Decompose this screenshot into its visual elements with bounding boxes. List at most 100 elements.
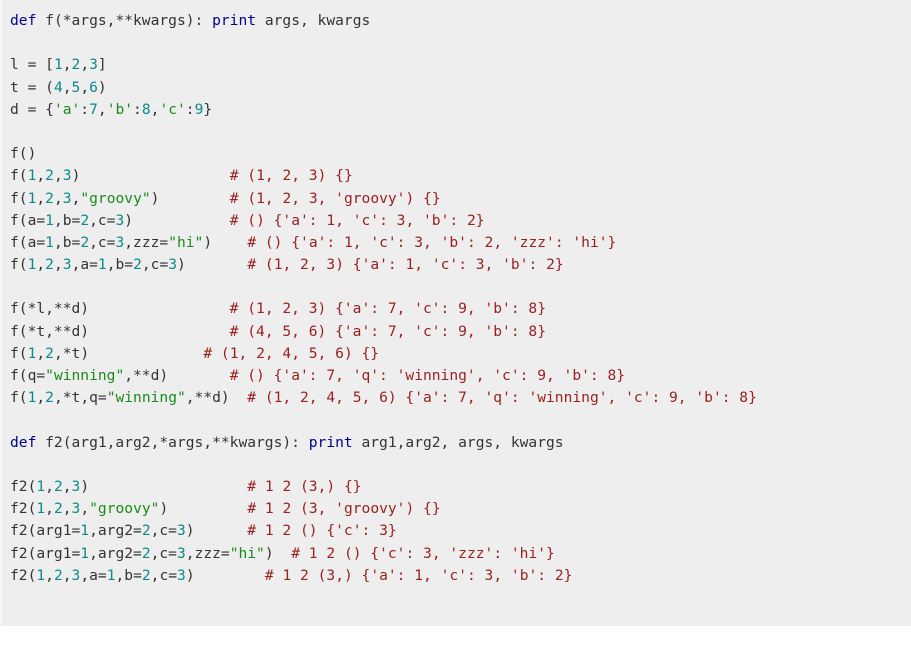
code-identifier: , bbox=[36, 167, 46, 185]
code-keyword: print bbox=[308, 433, 353, 451]
code-line: f(*t,**d) # (4, 5, 6) {'a': 7, 'c': 9, '… bbox=[10, 321, 757, 343]
code-line: d = {'a':7,'b':8,'c':9} bbox=[10, 99, 757, 121]
code-keyword: def bbox=[10, 433, 37, 451]
code-identifier: ,c= bbox=[89, 233, 116, 251]
code-line: f(1,2,3) # (1, 2, 3) {} bbox=[10, 165, 757, 187]
code-comment: # (1, 2, 3) {'a': 1, 'c': 3, 'b': 2} bbox=[247, 256, 564, 274]
code-number: 4 bbox=[53, 78, 63, 96]
code-identifier bbox=[168, 500, 247, 517]
code-identifier: f(*l,**d) bbox=[10, 300, 90, 318]
python-code-block[interactable]: def f(*args,**kwargs): print args, kwarg… bbox=[10, 10, 757, 587]
code-identifier: : bbox=[80, 100, 90, 118]
code-identifier: ,**d) bbox=[124, 367, 169, 384]
code-number: 1 bbox=[106, 566, 116, 584]
code-identifier: ) bbox=[185, 566, 195, 584]
code-identifier: f(a= bbox=[10, 211, 46, 229]
code-identifier: f( bbox=[10, 189, 28, 207]
code-identifier: , bbox=[53, 167, 63, 185]
code-identifier bbox=[274, 545, 292, 562]
code-identifier bbox=[159, 190, 229, 207]
code-line: l = [1,2,3] bbox=[10, 54, 757, 76]
code-identifier: f2(arg1= bbox=[10, 544, 81, 562]
code-identifier: f2( bbox=[10, 500, 37, 518]
code-identifier: , bbox=[80, 56, 90, 74]
code-identifier: : bbox=[185, 100, 195, 118]
code-identifier: , bbox=[36, 389, 46, 407]
code-identifier: f( bbox=[10, 167, 28, 185]
code-identifier: , bbox=[36, 344, 46, 362]
code-comment: # (1, 2, 3) {'a': 7, 'c': 9, 'b': 8} bbox=[229, 300, 546, 318]
code-number: 8 bbox=[141, 100, 151, 118]
code-number: 1 bbox=[80, 522, 90, 540]
code-comment: # () {'a': 1, 'c': 3, 'b': 2, 'zzz': 'hi… bbox=[247, 233, 617, 251]
code-identifier: , bbox=[53, 189, 63, 207]
code-identifier: , bbox=[45, 500, 54, 518]
code-identifier: f2(arg1= bbox=[10, 522, 81, 540]
code-line: f(1,2,3,"groovy") # (1, 2, 3, 'groovy') … bbox=[10, 188, 757, 210]
code-identifier: f2(arg1,arg2,*args,**kwargs): bbox=[36, 433, 300, 451]
code-identifier bbox=[300, 434, 309, 451]
code-identifier: , bbox=[80, 500, 90, 518]
code-number: 3 bbox=[62, 256, 72, 274]
code-line: def f(*args,**kwargs): print args, kwarg… bbox=[10, 10, 757, 32]
code-identifier: ,b= bbox=[106, 256, 134, 274]
code-identifier bbox=[89, 323, 230, 340]
code-surface: def f(*args,**kwargs): print args, kwarg… bbox=[0, 0, 911, 626]
code-number: 1 bbox=[53, 56, 63, 74]
code-identifier: t = ( bbox=[10, 78, 54, 96]
code-line: f(a=1,b=2,c=3) # () {'a': 1, 'c': 3, 'b'… bbox=[10, 210, 757, 232]
code-snippet-screenshot: def f(*args,**kwargs): print args, kwarg… bbox=[0, 0, 911, 651]
code-number: 2 bbox=[45, 189, 54, 207]
code-identifier: ,c= bbox=[141, 256, 169, 274]
code-number: 2 bbox=[80, 233, 90, 251]
code-identifier bbox=[203, 12, 212, 29]
code-line: f(*l,**d) # (1, 2, 3) {'a': 7, 'c': 9, '… bbox=[10, 298, 757, 320]
code-identifier: ) bbox=[203, 233, 213, 251]
code-identifier: ,b= bbox=[115, 566, 142, 584]
code-number: 1 bbox=[36, 477, 46, 495]
code-identifier: : bbox=[133, 100, 142, 118]
code-number: 1 bbox=[97, 256, 107, 274]
code-number: 2 bbox=[53, 566, 63, 584]
code-number: 3 bbox=[62, 167, 72, 185]
code-number: 6 bbox=[89, 78, 98, 96]
code-identifier: ,c= bbox=[89, 211, 116, 229]
code-line: def f2(arg1,arg2,*args,**kwargs): print … bbox=[10, 432, 757, 454]
code-identifier: , bbox=[53, 256, 63, 274]
code-identifier: f(a= bbox=[10, 233, 46, 251]
code-line: f2(1,2,3,a=1,b=2,c=3) # 1 2 (3,) {'a': 1… bbox=[10, 565, 757, 587]
code-line: f2(arg1=1,arg2=2,c=3) # 1 2 () {'c': 3} bbox=[10, 520, 757, 542]
code-comment: # 1 2 (3,) {'a': 1, 'c': 3, 'b': 2} bbox=[264, 566, 573, 584]
code-string: "winning" bbox=[45, 367, 125, 384]
code-comment: # (1, 2, 4, 5, 6) {} bbox=[203, 344, 380, 362]
code-string: 'a' bbox=[53, 100, 81, 118]
code-line: f(a=1,b=2,c=3,zzz="hi") # () {'a': 1, 'c… bbox=[10, 232, 757, 254]
code-comment: # 1 2 () {'c': 3} bbox=[247, 522, 397, 540]
code-identifier bbox=[89, 478, 247, 495]
code-number: 3 bbox=[89, 56, 98, 74]
code-comment: # (4, 5, 6) {'a': 7, 'c': 9, 'b': 8} bbox=[229, 322, 546, 340]
code-number: 2 bbox=[53, 477, 63, 495]
code-identifier: , bbox=[62, 56, 72, 74]
code-number: 2 bbox=[141, 544, 151, 562]
code-identifier: ,zzz= bbox=[185, 544, 230, 562]
code-number: 3 bbox=[176, 522, 186, 540]
code-identifier: ,arg2= bbox=[89, 544, 142, 562]
code-number: 1 bbox=[36, 500, 46, 518]
code-number: 3 bbox=[115, 233, 125, 251]
code-identifier: ,*t) bbox=[53, 344, 90, 362]
code-line: f(1,2,*t) # (1, 2, 4, 5, 6) {} bbox=[10, 343, 757, 365]
code-identifier bbox=[195, 567, 265, 584]
code-comment: # (1, 2, 3) {} bbox=[229, 167, 353, 185]
code-line: f(1,2,3,a=1,b=2,c=3) # (1, 2, 3) {'a': 1… bbox=[10, 254, 757, 276]
code-identifier: ,**d) bbox=[185, 389, 230, 407]
code-identifier: , bbox=[62, 500, 72, 518]
code-keyword: def bbox=[10, 12, 37, 29]
code-comment: # 1 2 (3,) {} bbox=[247, 477, 362, 495]
code-identifier bbox=[89, 300, 230, 317]
code-string: "groovy" bbox=[80, 189, 151, 207]
code-string: 'b' bbox=[106, 100, 134, 118]
code-identifier: ) bbox=[264, 544, 274, 562]
